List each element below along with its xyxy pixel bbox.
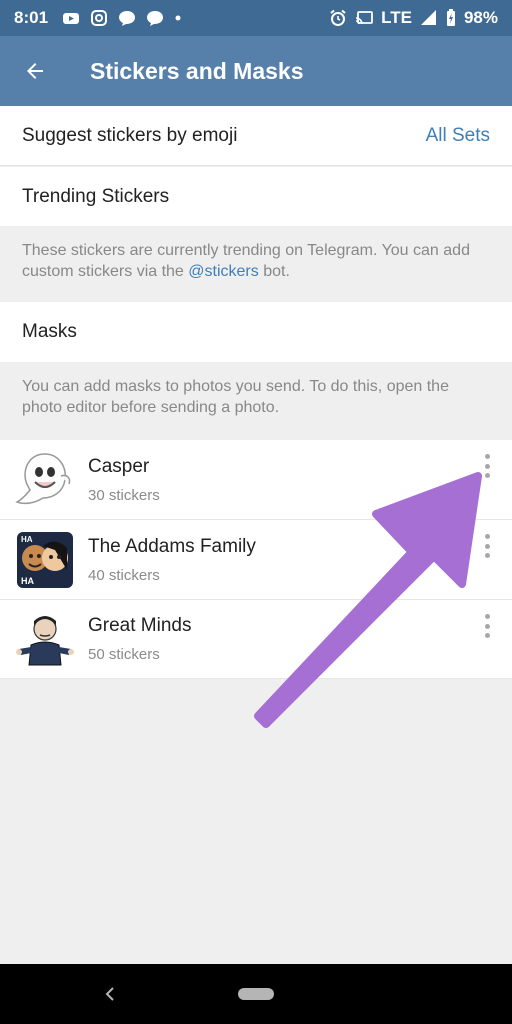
svg-text:HA: HA <box>21 535 33 544</box>
more-options-icon[interactable] <box>480 532 494 560</box>
back-arrow-icon <box>27 63 43 79</box>
suggest-stickers-row[interactable]: Suggest stickers by emoji All Sets <box>0 106 512 166</box>
battery-level: 98% <box>463 8 498 27</box>
notification-icons <box>62 9 182 27</box>
ghost-icon <box>12 447 78 513</box>
suggest-stickers-label: Suggest stickers by emoji <box>22 124 238 146</box>
system-icons: LTE 98% <box>329 8 498 28</box>
masks-label: Masks <box>22 321 77 342</box>
addams-family-icon: HA HA <box>12 527 78 593</box>
sticker-set-name: The Addams Family <box>88 535 256 557</box>
sticker-set-count: 30 stickers <box>88 486 160 504</box>
cast-icon <box>355 11 374 25</box>
dot-icon <box>175 15 181 21</box>
chat-icon-2 <box>147 11 164 26</box>
more-options-icon[interactable] <box>480 612 494 640</box>
suggest-stickers-value: All Sets <box>425 124 490 146</box>
trending-info-text: These stickers are currently trending on… <box>22 242 470 280</box>
great-minds-icon <box>12 606 78 672</box>
back-button[interactable] <box>0 36 70 106</box>
trending-stickers-label: Trending Stickers <box>22 185 170 207</box>
sticker-set-count: 40 stickers <box>88 566 160 584</box>
chat-icon <box>119 11 136 26</box>
status-bar: 8:01 LTE 98% <box>0 0 512 36</box>
stickers-bot-link[interactable]: @stickers <box>188 263 258 280</box>
nav-back-icon[interactable] <box>98 982 122 1006</box>
sticker-set-casper[interactable]: Casper 30 stickers <box>0 440 512 520</box>
sticker-set-count: 50 stickers <box>88 646 160 663</box>
more-options-icon[interactable] <box>480 452 494 480</box>
network-type: LTE <box>381 8 412 27</box>
masks-row[interactable]: Masks <box>0 302 512 362</box>
signal-icon <box>420 10 436 25</box>
nav-home-pill[interactable] <box>238 988 274 1000</box>
sticker-set-list: Casper 30 stickers HA HA The Addams Fami… <box>0 440 512 679</box>
sticker-set-name: Great Minds <box>88 615 192 636</box>
sticker-set-name: Casper <box>88 455 150 477</box>
status-time: 8:01 <box>14 8 49 27</box>
instagram-icon <box>91 10 108 26</box>
battery-icon <box>446 9 455 26</box>
alarm-icon <box>330 9 346 26</box>
youtube-icon <box>63 13 80 24</box>
sticker-set-addams-family[interactable]: HA HA The Addams Family 40 stickers <box>0 520 512 600</box>
sticker-set-great-minds[interactable]: Great Minds 50 stickers <box>0 600 512 679</box>
svg-text:HA: HA <box>21 576 34 586</box>
system-nav-bar <box>0 964 512 1024</box>
app-bar: Stickers and Masks <box>0 36 512 106</box>
trending-stickers-row[interactable]: Trending Stickers <box>0 167 512 226</box>
masks-info-text: You can add masks to photos you send. To… <box>22 378 449 416</box>
page-title: Stickers and Masks <box>90 57 304 84</box>
